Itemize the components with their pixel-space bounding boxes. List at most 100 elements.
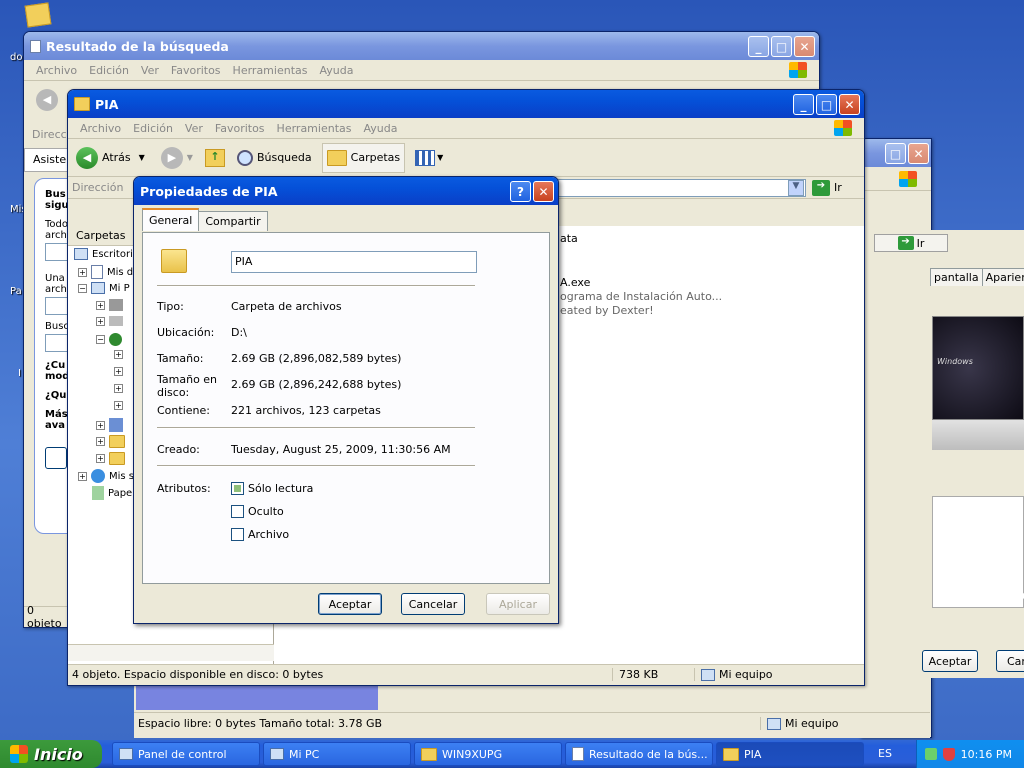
search-input[interactable] [45, 297, 69, 315]
expand-icon[interactable]: + [96, 420, 105, 430]
desktop-folder-icon[interactable] [24, 2, 52, 28]
tree-item-recycle[interactable]: Pape [92, 486, 132, 500]
views-button[interactable]: ▼ [415, 149, 443, 166]
search-window-titlebar[interactable]: Resultado de la búsqueda _ □ ✕ [24, 32, 819, 60]
back-window-titlebar[interactable]: □ ✕ [861, 139, 931, 167]
dialog-titlebar[interactable]: Propiedades de PIA ? ✕ [134, 177, 558, 205]
expand-icon[interactable]: + [114, 350, 123, 359]
file-name[interactable]: ata [560, 232, 578, 245]
file-name[interactable]: A.exe [560, 276, 590, 289]
go-button[interactable]: Ir [834, 181, 842, 194]
checkbox-readonly-box[interactable] [231, 482, 244, 495]
cancel-button[interactable]: Can [996, 650, 1024, 672]
expand-icon[interactable]: + [96, 300, 105, 310]
up-folder-icon[interactable]: ↑ [204, 148, 225, 167]
tree-item-desktop[interactable]: Escritori [74, 248, 133, 260]
help-button[interactable]: ? [510, 181, 531, 202]
menu-ver[interactable]: Ver [179, 122, 209, 135]
expand-icon[interactable]: + [78, 471, 87, 481]
menu-edicion[interactable]: Edición [127, 122, 179, 135]
menu-ayuda[interactable]: Ayuda [313, 64, 359, 77]
expand-icon[interactable]: + [96, 454, 105, 463]
chevron-down-icon[interactable]: ▼ [788, 180, 804, 196]
menu-herramientas[interactable]: Herramientas [227, 64, 314, 77]
maximize-button[interactable]: □ [816, 94, 837, 115]
menu-ayuda[interactable]: Ayuda [357, 122, 403, 135]
collapse-icon[interactable]: − [96, 335, 105, 344]
horizontal-scrollbar[interactable] [68, 644, 274, 661]
search-location-select[interactable] [45, 334, 69, 352]
forward-arrow-icon[interactable]: ▶ [160, 146, 183, 169]
close-button[interactable]: ✕ [533, 181, 554, 202]
checkbox-hidden[interactable]: Oculto [231, 505, 284, 518]
checkbox-archive[interactable]: Archivo [231, 528, 289, 541]
checkbox-readonly[interactable]: Sólo lectura [231, 482, 313, 495]
menu-herramientas[interactable]: Herramientas [271, 122, 358, 135]
tree-item[interactable]: + [114, 401, 123, 410]
minimize-button[interactable]: _ [748, 36, 769, 57]
chevron-down-icon[interactable]: ▼ [187, 153, 193, 162]
go-icon[interactable]: ➔ [812, 180, 830, 196]
tree-item-network[interactable]: + Mis s [78, 469, 134, 483]
back-window[interactable]: □ ✕ [860, 138, 932, 738]
menu-archivo[interactable]: Archivo [74, 122, 127, 135]
close-button[interactable]: ✕ [794, 36, 815, 57]
task-control-panel[interactable]: Panel de control [112, 742, 260, 766]
tree-item[interactable]: + [96, 435, 125, 448]
tab-appearance[interactable]: Aparienci [981, 268, 1024, 286]
minimize-button[interactable]: _ [793, 94, 814, 115]
tree-item[interactable]: + [96, 452, 125, 465]
security-shield-icon[interactable] [942, 747, 955, 761]
expand-icon[interactable]: + [96, 437, 105, 446]
cancel-button[interactable]: Cancelar [401, 593, 465, 615]
task-pia[interactable]: PIA [716, 742, 864, 766]
tree-item-my-pc[interactable]: − Mi P [78, 282, 130, 294]
search-input[interactable] [45, 243, 69, 261]
tree-item[interactable]: − [96, 333, 122, 346]
maximize-button[interactable]: □ [885, 143, 906, 164]
task-search-results[interactable]: Resultado de la bús... [565, 742, 713, 766]
expand-icon[interactable]: + [78, 267, 87, 277]
tree-item[interactable]: + [96, 316, 123, 326]
collapse-icon[interactable]: − [78, 283, 87, 293]
checkbox-hidden-box[interactable] [231, 505, 244, 518]
pia-window-titlebar[interactable]: PIA _ □ ✕ [68, 90, 864, 118]
folder-name-input[interactable]: PIA [231, 251, 477, 273]
expand-icon[interactable]: + [96, 316, 105, 326]
close-button[interactable]: ✕ [908, 143, 929, 164]
tab-screen[interactable]: pantalla [930, 268, 983, 286]
ok-button[interactable]: Aceptar [318, 593, 382, 615]
tab-compartir[interactable]: Compartir [198, 211, 268, 231]
checkbox-archive-box[interactable] [231, 528, 244, 541]
folders-button[interactable]: Carpetas [321, 142, 406, 173]
task-my-pc[interactable]: Mi PC [263, 742, 411, 766]
tree-item-documents[interactable]: + Mis d [78, 265, 133, 279]
apply-button[interactable]: Aplicar [486, 593, 550, 615]
maximize-button[interactable]: □ [771, 36, 792, 57]
menu-edicion[interactable]: Edición [83, 64, 135, 77]
tree-item[interactable]: + [96, 299, 123, 311]
expand-icon[interactable]: + [114, 384, 123, 393]
tree-item[interactable]: + [114, 367, 123, 376]
go-button[interactable]: Ir [917, 237, 925, 250]
menu-favoritos[interactable]: Favoritos [165, 64, 227, 77]
menu-ver[interactable]: Ver [135, 64, 165, 77]
task-win9xupg[interactable]: WIN9XUPG [414, 742, 562, 766]
back-arrow-icon[interactable]: ◀ [36, 89, 58, 111]
tree-item[interactable]: + [96, 418, 123, 432]
properties-dialog[interactable]: Propiedades de PIA ? ✕ General Compartir… [133, 176, 559, 624]
language-indicator[interactable]: ES [878, 747, 892, 760]
accept-button[interactable]: Aceptar [922, 650, 978, 672]
address-input[interactable] [556, 179, 806, 197]
expand-icon[interactable]: + [114, 401, 123, 410]
menu-archivo[interactable]: Archivo [30, 64, 83, 77]
tab-general[interactable]: General [142, 208, 200, 231]
search-button[interactable]: Búsqueda [236, 149, 312, 166]
tree-item[interactable]: + [114, 350, 123, 359]
close-button[interactable]: ✕ [839, 94, 860, 115]
chevron-down-icon[interactable]: ▼ [139, 153, 145, 162]
back-button[interactable]: ◀ Atrás ▼ [76, 146, 145, 169]
network-tray-icon[interactable] [924, 748, 937, 760]
menu-favoritos[interactable]: Favoritos [209, 122, 271, 135]
start-button[interactable]: Inicio [0, 740, 102, 768]
